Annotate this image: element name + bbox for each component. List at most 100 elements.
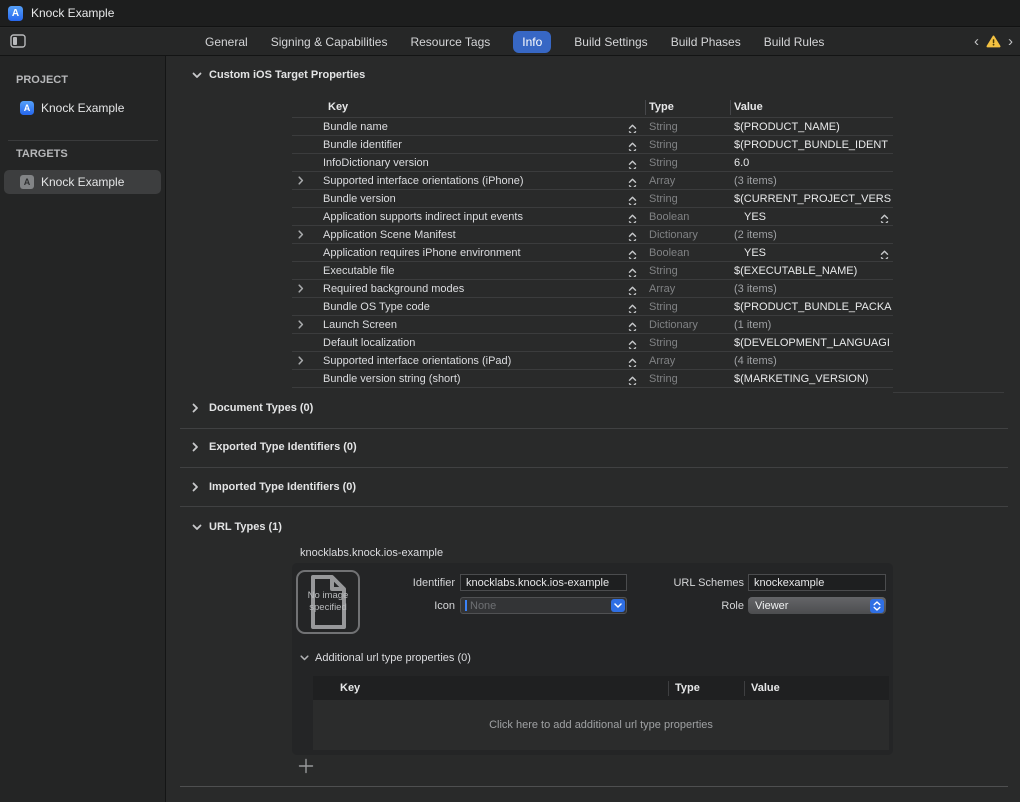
section-url-types[interactable]: URL Types (1) (192, 521, 282, 533)
property-value-cell[interactable]: $(PRODUCT_NAME) (730, 121, 893, 133)
property-type-cell[interactable]: String (645, 373, 730, 385)
warning-icon[interactable] (986, 35, 1001, 48)
property-value-cell[interactable]: $(DEVELOPMENT_LANGUAGI (730, 337, 893, 349)
property-row[interactable]: Supported interface orientations (iPhone… (292, 172, 893, 190)
sidebar-item-project[interactable]: A Knock Example (4, 96, 161, 120)
property-key-cell: Supported interface orientations (iPhone… (292, 175, 645, 187)
section-imported-type-identifiers[interactable]: Imported Type Identifiers (0) (192, 481, 356, 493)
property-value-cell[interactable]: YES (730, 247, 893, 259)
key-stepper-icon[interactable] (628, 376, 637, 385)
property-type-cell[interactable]: String (645, 121, 730, 133)
property-value-cell[interactable]: $(PRODUCT_BUNDLE_PACKA (730, 301, 893, 313)
section-exported-type-identifiers[interactable]: Exported Type Identifiers (0) (192, 441, 357, 453)
boolean-stepper-icon[interactable] (880, 214, 889, 223)
key-stepper-icon[interactable] (628, 286, 637, 295)
tab-resource-tags[interactable]: Resource Tags (410, 31, 490, 53)
property-type-cell[interactable]: String (645, 157, 730, 169)
key-stepper-icon[interactable] (628, 250, 637, 259)
property-row[interactable]: Bundle version string (short)String$(MAR… (292, 370, 893, 388)
key-stepper-icon[interactable] (628, 322, 637, 331)
property-type-cell[interactable]: Array (645, 283, 730, 295)
url-schemes-field[interactable]: knockexample (748, 574, 886, 591)
boolean-stepper-icon[interactable] (880, 250, 889, 259)
add-url-type-button[interactable] (298, 758, 314, 774)
tab-info[interactable]: Info (513, 31, 551, 53)
tab-signing-capabilities[interactable]: Signing & Capabilities (271, 31, 388, 53)
property-value-cell[interactable]: $(EXECUTABLE_NAME) (730, 265, 893, 277)
property-value-cell[interactable]: (2 items) (730, 229, 893, 241)
section-document-types[interactable]: Document Types (0) (192, 402, 313, 414)
property-type-cell[interactable]: String (645, 301, 730, 313)
section-custom-ios-target-properties[interactable]: Custom iOS Target Properties (192, 69, 365, 81)
sidebar-toggle-icon[interactable] (10, 34, 26, 48)
key-stepper-icon[interactable] (628, 160, 637, 169)
property-row[interactable]: Default localizationString$(DEVELOPMENT_… (292, 334, 893, 352)
icon-combo-box[interactable]: None (460, 597, 627, 614)
tab-general[interactable]: General (205, 31, 248, 53)
property-row[interactable]: Required background modesArray(3 items) (292, 280, 893, 298)
property-value-cell[interactable]: YES (730, 211, 893, 223)
combo-dropdown-button[interactable] (611, 599, 625, 612)
additional-url-properties-header[interactable]: Additional url type properties (0) (300, 652, 471, 664)
role-popup-button[interactable]: Viewer (748, 597, 886, 614)
property-type-cell[interactable]: Array (645, 355, 730, 367)
property-type-cell[interactable]: Dictionary (645, 319, 730, 331)
title-bar: A Knock Example (0, 0, 1020, 27)
popup-stepper-icon (870, 599, 884, 613)
empty-state-text: Click here to add additional url type pr… (489, 719, 713, 731)
project-item-label: Knock Example (41, 101, 124, 115)
property-row[interactable]: Launch ScreenDictionary(1 item) (292, 316, 893, 334)
property-value-cell[interactable]: (3 items) (730, 175, 893, 187)
property-type-cell[interactable]: Array (645, 175, 730, 187)
forward-chevron-icon[interactable]: › (1008, 34, 1013, 49)
property-row[interactable]: Bundle OS Type codeString$(PRODUCT_BUNDL… (292, 298, 893, 316)
property-row[interactable]: Supported interface orientations (iPad)A… (292, 352, 893, 370)
identifier-field[interactable]: knocklabs.knock.ios-example (460, 574, 627, 591)
property-row[interactable]: Bundle identifierString$(PRODUCT_BUNDLE_… (292, 136, 893, 154)
key-stepper-icon[interactable] (628, 124, 637, 133)
property-value-cell[interactable]: $(PRODUCT_BUNDLE_IDENT (730, 139, 893, 151)
property-type-cell[interactable]: String (645, 139, 730, 151)
property-row[interactable]: InfoDictionary versionString6.0 (292, 154, 893, 172)
disclosure-chevron-icon[interactable] (298, 176, 312, 185)
tab-build-rules[interactable]: Build Rules (764, 31, 825, 53)
property-row[interactable]: Bundle versionString$(CURRENT_PROJECT_VE… (292, 190, 893, 208)
property-row[interactable]: Bundle nameString$(PRODUCT_NAME) (292, 118, 893, 136)
key-stepper-icon[interactable] (628, 232, 637, 241)
property-row[interactable]: Application Scene ManifestDictionary(2 i… (292, 226, 893, 244)
disclosure-chevron-icon[interactable] (298, 320, 312, 329)
tab-build-settings[interactable]: Build Settings (574, 31, 647, 53)
column-header-value: Value (730, 101, 893, 113)
back-chevron-icon[interactable]: ‹ (974, 34, 979, 49)
key-stepper-icon[interactable] (628, 196, 637, 205)
disclosure-chevron-icon[interactable] (298, 284, 312, 293)
property-row[interactable]: Executable fileString$(EXECUTABLE_NAME) (292, 262, 893, 280)
key-stepper-icon[interactable] (628, 340, 637, 349)
url-type-image-well[interactable]: No image specified (296, 570, 360, 634)
property-type-cell[interactable]: Boolean (645, 211, 730, 223)
tab-build-phases[interactable]: Build Phases (671, 31, 741, 53)
property-type-cell[interactable]: Dictionary (645, 229, 730, 241)
property-value-cell[interactable]: $(MARKETING_VERSION) (730, 373, 893, 385)
property-value-cell[interactable]: (3 items) (730, 283, 893, 295)
property-value-cell[interactable]: $(CURRENT_PROJECT_VERS (730, 193, 893, 205)
key-stepper-icon[interactable] (628, 358, 637, 367)
property-value-cell[interactable]: (4 items) (730, 355, 893, 367)
property-value-cell[interactable]: 6.0 (730, 157, 893, 169)
property-row[interactable]: Application supports indirect input even… (292, 208, 893, 226)
sidebar-item-target[interactable]: A Knock Example (4, 170, 161, 194)
key-stepper-icon[interactable] (628, 304, 637, 313)
property-type-cell[interactable]: String (645, 265, 730, 277)
key-stepper-icon[interactable] (628, 142, 637, 151)
property-type-cell[interactable]: String (645, 337, 730, 349)
property-value-cell[interactable]: (1 item) (730, 319, 893, 331)
property-type-cell[interactable]: Boolean (645, 247, 730, 259)
disclosure-chevron-icon[interactable] (298, 356, 312, 365)
disclosure-chevron-icon[interactable] (298, 230, 312, 239)
key-stepper-icon[interactable] (628, 214, 637, 223)
property-type-cell[interactable]: String (645, 193, 730, 205)
property-row[interactable]: Application requires iPhone environmentB… (292, 244, 893, 262)
additional-table-empty-area[interactable]: Click here to add additional url type pr… (313, 700, 889, 750)
key-stepper-icon[interactable] (628, 268, 637, 277)
key-stepper-icon[interactable] (628, 178, 637, 187)
